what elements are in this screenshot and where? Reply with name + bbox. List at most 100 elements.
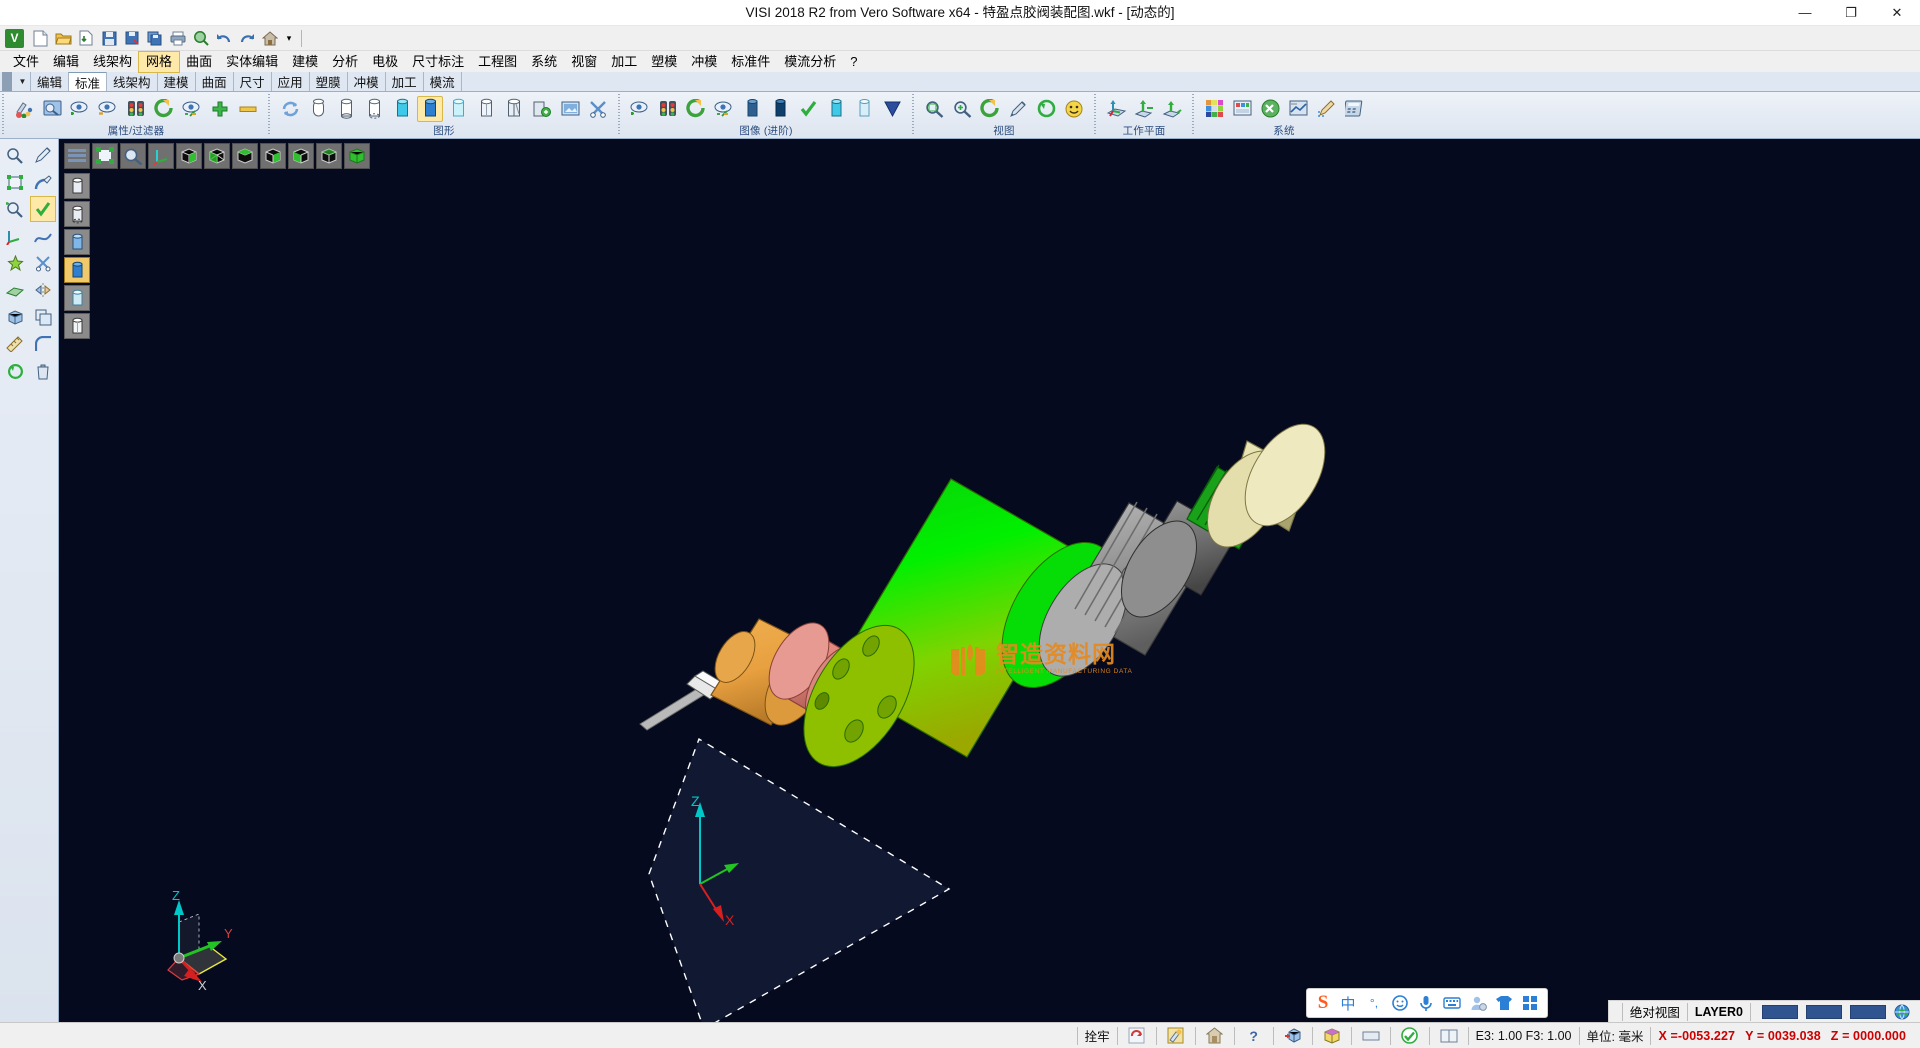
ok-status-icon[interactable] bbox=[1399, 1026, 1421, 1046]
zoom-window-icon[interactable] bbox=[921, 96, 947, 122]
view-left-icon[interactable] bbox=[288, 143, 314, 169]
surface-tool-icon[interactable] bbox=[2, 277, 28, 303]
fit-window-icon[interactable] bbox=[92, 143, 118, 169]
view-front-icon[interactable] bbox=[204, 143, 230, 169]
render-icon[interactable] bbox=[529, 96, 555, 122]
tab-press[interactable]: 冲模 bbox=[347, 72, 386, 91]
fillet-icon[interactable] bbox=[30, 331, 56, 357]
tab-flow[interactable]: 模流 bbox=[423, 72, 462, 91]
axis-snap-icon[interactable] bbox=[2, 223, 28, 249]
snap-settings-icon[interactable] bbox=[1313, 96, 1339, 122]
transparent-view-icon[interactable] bbox=[445, 96, 471, 122]
dynamic-rotate-icon[interactable] bbox=[1033, 96, 1059, 122]
menu-item-machining[interactable]: 加工 bbox=[604, 52, 644, 72]
dynamic-shade-icon[interactable] bbox=[767, 96, 793, 122]
zoom-tool-icon[interactable] bbox=[2, 142, 28, 168]
plane-status-icon[interactable] bbox=[1360, 1026, 1382, 1046]
color-table-icon[interactable] bbox=[1229, 96, 1255, 122]
tab-application[interactable]: 应用 bbox=[271, 72, 310, 91]
tab-dimension[interactable]: 尺寸 bbox=[233, 72, 272, 91]
tab-mould[interactable]: 塑膜 bbox=[309, 72, 348, 91]
menu-item-window[interactable]: 视窗 bbox=[564, 52, 604, 72]
menu-item-progress[interactable]: 冲模 bbox=[684, 52, 724, 72]
zoom-glass-icon[interactable] bbox=[120, 143, 146, 169]
color-swatch-1[interactable] bbox=[1762, 1005, 1798, 1019]
workplane-align-icon[interactable] bbox=[1159, 96, 1185, 122]
zoom-select-icon[interactable] bbox=[2, 196, 28, 222]
color-swatch-2[interactable] bbox=[1806, 1005, 1842, 1019]
redo-icon[interactable] bbox=[236, 28, 258, 49]
maximize-button[interactable]: ❐ bbox=[1828, 0, 1874, 26]
image-capture-icon[interactable] bbox=[557, 96, 583, 122]
measure-icon[interactable] bbox=[2, 331, 28, 357]
wireframe-mode-icon[interactable] bbox=[64, 173, 90, 199]
save-as-icon[interactable] bbox=[121, 28, 143, 49]
delete-icon[interactable] bbox=[30, 358, 56, 384]
import-icon[interactable] bbox=[75, 28, 97, 49]
shaded-mode-icon[interactable] bbox=[64, 229, 90, 255]
box-status-icon[interactable] bbox=[1321, 1026, 1343, 1046]
menu-item-mould[interactable]: 塑模 bbox=[644, 52, 684, 72]
layer-list-icon[interactable] bbox=[64, 143, 90, 169]
view-back-icon[interactable] bbox=[316, 143, 342, 169]
view-right-icon[interactable] bbox=[260, 143, 286, 169]
lock-label[interactable]: 拴牢 bbox=[1085, 1026, 1110, 1045]
show-all-icon[interactable] bbox=[207, 96, 233, 122]
drape-icon[interactable] bbox=[879, 96, 905, 122]
ghost-shade-icon[interactable] bbox=[851, 96, 877, 122]
tab-dropdown-icon[interactable]: ▼ bbox=[15, 72, 30, 91]
layer-manager-icon[interactable] bbox=[1201, 96, 1227, 122]
ime-emoji-icon[interactable] bbox=[1387, 990, 1413, 1016]
wireframe-view-icon[interactable] bbox=[305, 96, 331, 122]
hidden-line-view-icon[interactable] bbox=[333, 96, 359, 122]
color-swatch-3[interactable] bbox=[1850, 1005, 1886, 1019]
menu-item-drafting[interactable]: 工程图 bbox=[471, 52, 524, 72]
zoom-all-icon[interactable] bbox=[949, 96, 975, 122]
advanced-show-icon[interactable] bbox=[627, 96, 653, 122]
menu-item-standard-parts[interactable]: 标准件 bbox=[724, 52, 777, 72]
dynamic-section-icon[interactable] bbox=[739, 96, 765, 122]
point-snap-icon[interactable] bbox=[2, 250, 28, 276]
globe-icon[interactable] bbox=[1891, 1002, 1913, 1022]
hidden-line-mode-icon[interactable] bbox=[64, 201, 90, 227]
light-shade-icon[interactable] bbox=[823, 96, 849, 122]
hidden-dashed-view-icon[interactable] bbox=[361, 96, 387, 122]
ime-voice-icon[interactable] bbox=[1413, 990, 1439, 1016]
print-icon[interactable] bbox=[167, 28, 189, 49]
show-entities-icon[interactable] bbox=[67, 96, 93, 122]
transform-icon[interactable] bbox=[2, 358, 28, 384]
draw-arc-icon[interactable] bbox=[30, 169, 56, 195]
close-button[interactable]: ✕ bbox=[1874, 0, 1920, 26]
undo-icon[interactable] bbox=[213, 28, 235, 49]
hide-all-icon[interactable] bbox=[235, 96, 261, 122]
menu-item-dimension[interactable]: 尺寸标注 bbox=[405, 52, 471, 72]
menu-item-file[interactable]: 文件 bbox=[6, 52, 46, 72]
shaded-view-icon[interactable] bbox=[417, 96, 443, 122]
trim-icon[interactable] bbox=[30, 250, 56, 276]
solid-status-icon[interactable] bbox=[1282, 1026, 1304, 1046]
solid-tool-icon[interactable] bbox=[2, 304, 28, 330]
customize-dropdown-icon[interactable]: ▾ bbox=[282, 28, 296, 49]
menu-item-solid-edit[interactable]: 实体编辑 bbox=[219, 52, 285, 72]
ime-user-icon[interactable] bbox=[1465, 990, 1491, 1016]
view-shaded-iso-icon[interactable] bbox=[344, 143, 370, 169]
confirm-check-icon[interactable] bbox=[30, 196, 56, 222]
new-file-icon[interactable] bbox=[29, 28, 51, 49]
window-status-icon[interactable] bbox=[1438, 1026, 1460, 1046]
menu-item-wireframe[interactable]: 线架构 bbox=[86, 52, 139, 72]
units-setup-icon[interactable] bbox=[1285, 96, 1311, 122]
render-status-icon[interactable] bbox=[1165, 1026, 1187, 1046]
entity-properties-icon[interactable] bbox=[39, 96, 65, 122]
view-presets-icon[interactable] bbox=[1061, 96, 1087, 122]
transparent-mode-icon[interactable] bbox=[64, 285, 90, 311]
minimize-button[interactable]: — bbox=[1782, 0, 1828, 26]
print-preview-icon[interactable] bbox=[190, 28, 212, 49]
menu-item-edit[interactable]: 编辑 bbox=[46, 52, 86, 72]
clear-shade-icon[interactable] bbox=[585, 96, 611, 122]
toggle-visibility-icon[interactable] bbox=[179, 96, 205, 122]
advanced-filter-icon[interactable] bbox=[655, 96, 681, 122]
current-layer-label[interactable]: LAYER0 bbox=[1695, 1005, 1743, 1019]
tab-modeling[interactable]: 建模 bbox=[157, 72, 196, 91]
ime-toolbox-icon[interactable] bbox=[1517, 990, 1543, 1016]
menu-item-electrode[interactable]: 电极 bbox=[365, 52, 405, 72]
